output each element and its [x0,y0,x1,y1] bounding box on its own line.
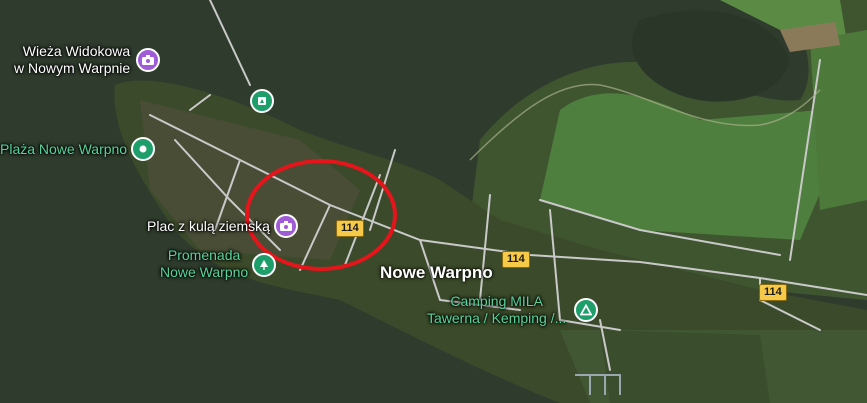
poi-plac[interactable]: Plac z kulą ziemską [147,214,298,238]
poi-label[interactable]: Camping MILA Tawerna / Kemping /... [427,293,566,327]
poi-label[interactable]: Plac z kulą ziemską [147,218,270,235]
poi-label[interactable]: Promenada Nowe Warpno [160,247,248,281]
campground-icon[interactable] [574,298,599,322]
beach-icon[interactable] [131,137,156,161]
map-pin-icon[interactable] [250,89,274,113]
road-shield-114: 114 [502,251,530,268]
poi-plaza[interactable]: Plaża Nowe Warpno [0,137,156,161]
town-label: Nowe Warpno [380,263,493,282]
camera-icon[interactable] [136,48,161,72]
road-shield-114: 114 [759,284,787,301]
poi-label[interactable]: Wieża Widokowa w Nowym Warpnie [14,43,130,77]
poi-wieza-widokowa[interactable]: Wieża Widokowa w Nowym Warpnie [14,43,161,77]
poi-camping-mila[interactable]: Camping MILA Tawerna / Kemping /... [427,293,599,327]
camera-icon[interactable] [273,214,298,238]
poi-label[interactable]: Plaża Nowe Warpno [0,141,127,158]
satellite-map[interactable]: 114 114 114 Nowe Warpno Wieża Widokowa w… [0,0,867,403]
poi-promenada[interactable]: Promenada Nowe Warpno [160,247,277,281]
poi-unnamed[interactable] [250,89,274,113]
road-shield-114: 114 [336,220,364,237]
park-icon[interactable] [252,253,277,277]
